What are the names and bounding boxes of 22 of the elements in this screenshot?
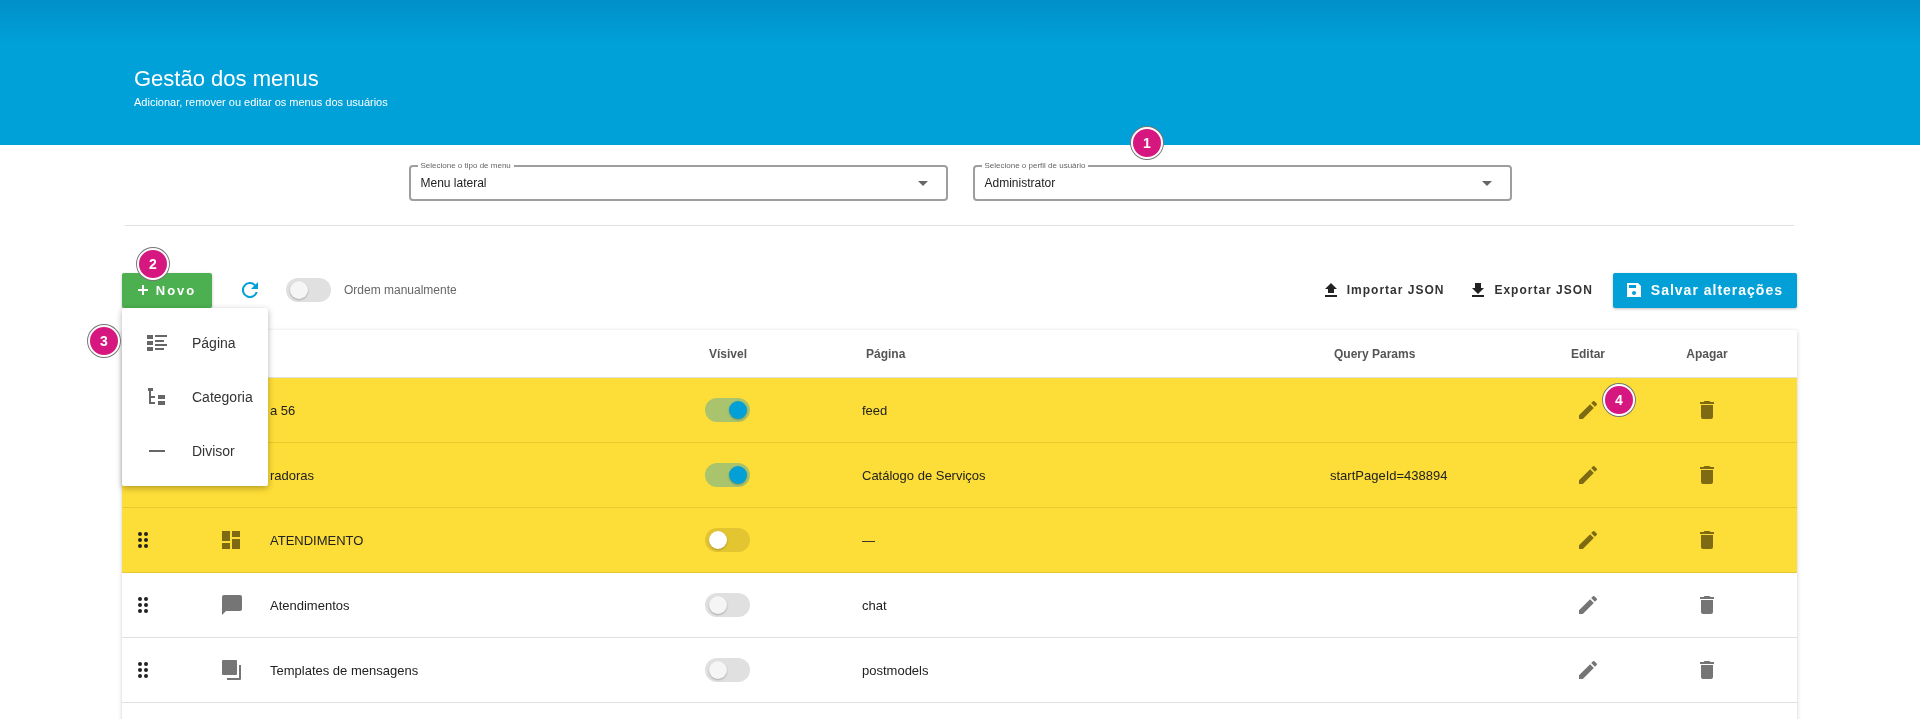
- page-title: Gestão dos menus: [134, 66, 319, 92]
- manual-order-label: Ordem manualmente: [344, 283, 457, 297]
- menu-name-cell-text: radoras: [270, 467, 316, 483]
- page-column-header: Página: [865, 346, 906, 361]
- delete-column-header: Apagar: [1686, 346, 1728, 361]
- page-subtitle: Adicionar, remover ou editar os menus dos usuários: [134, 96, 388, 108]
- menu-name-cell-text: ATENDIMENTO: [270, 532, 365, 548]
- callout-badge: 2: [137, 248, 169, 280]
- callout-badge: 1: [1131, 127, 1163, 159]
- query-params-cell-text: startPageId=438894: [1330, 467, 1449, 483]
- query-params-column-header: Query Params: [1333, 346, 1416, 361]
- page-cell-text: —: [862, 532, 876, 548]
- page-cell-text: postmodels: [862, 662, 930, 678]
- page-cell-text: Catálogo de Serviços: [862, 467, 987, 483]
- menu-name-cell-text: a 56: [270, 402, 297, 418]
- menu-name-cell-text: Atendimentos: [270, 597, 351, 613]
- callout-badge: 3: [88, 325, 120, 357]
- page-cell-text: chat: [862, 597, 888, 613]
- menu-name-cell-text: Templates de mensagens: [270, 662, 420, 678]
- edit-column-header: Editar: [1571, 346, 1605, 361]
- visible-column-header: Vísivel: [708, 346, 748, 361]
- page-cell-text: feed: [862, 402, 889, 418]
